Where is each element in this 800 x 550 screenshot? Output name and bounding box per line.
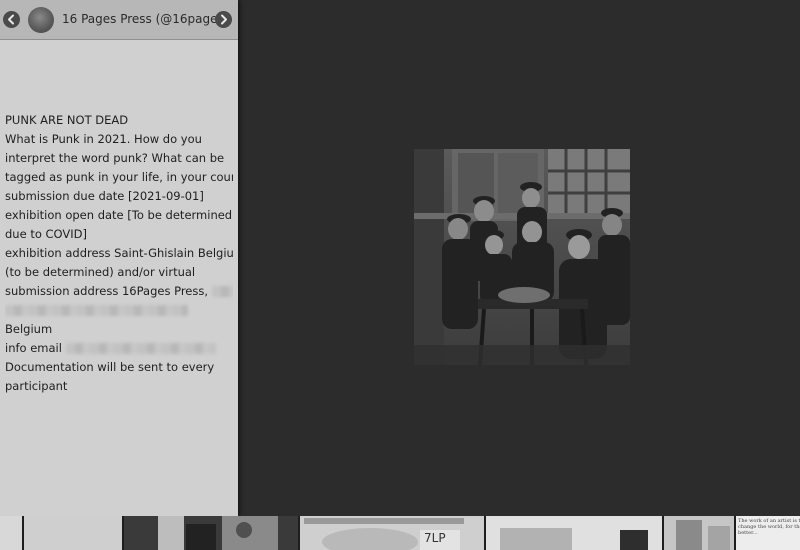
next-post-button[interactable] bbox=[215, 11, 232, 28]
caption-title: PUNK ARE NOT DEAD bbox=[5, 113, 129, 127]
thumbnail[interactable] bbox=[486, 516, 662, 550]
caption-line: What is Punk in 2021. How do you bbox=[5, 132, 202, 146]
thumbnail-image bbox=[486, 516, 662, 550]
chevron-right-icon bbox=[221, 14, 227, 25]
caption-line: (to be determined) and/or virtual bbox=[5, 265, 196, 279]
caption-line: info email bbox=[5, 339, 233, 358]
thumbnail-image bbox=[300, 516, 484, 550]
thumbnail-text-line: better... bbox=[738, 530, 758, 536]
thumbnail[interactable]: The work of an artist is to change the w… bbox=[736, 516, 800, 550]
post-caption: PUNK ARE NOT DEAD What is Punk in 2021. … bbox=[5, 111, 233, 396]
thumbnail-strip: 7LP The work of an artist is to change t… bbox=[0, 516, 800, 550]
redacted-text bbox=[212, 286, 233, 297]
caption-line: Documentation will be sent to every bbox=[5, 360, 215, 374]
caption-line: Belgium bbox=[5, 322, 53, 336]
caption-text: info email bbox=[5, 341, 62, 355]
thumbnail-image bbox=[664, 516, 734, 550]
caption-line: exhibition open date [To be determined bbox=[5, 208, 233, 222]
caption-line: exhibition address Saint-Ghislain Belgiu… bbox=[5, 246, 233, 260]
account-name[interactable]: 16 Pages Press (@16pages) bbox=[62, 12, 228, 26]
post-image[interactable] bbox=[414, 149, 630, 365]
thumbnail-text: The work of an artist is to change the w… bbox=[738, 518, 800, 536]
thumbnail[interactable] bbox=[0, 516, 22, 550]
thumbnail-image bbox=[124, 516, 298, 550]
caption-line: tagged as punk in your life, in your cou… bbox=[5, 170, 233, 184]
thumbnail[interactable] bbox=[664, 516, 734, 550]
caption-line: interpret the word punk? What can be bbox=[5, 151, 225, 165]
caption-line: submission due date [2021-09-01] bbox=[5, 189, 204, 203]
thumbnail[interactable]: 7LP bbox=[300, 516, 484, 550]
thumbnail[interactable] bbox=[124, 516, 298, 550]
vintage-group-photo bbox=[414, 149, 630, 365]
redacted-email bbox=[65, 343, 216, 354]
thumbnail[interactable] bbox=[24, 516, 122, 550]
post-sidebar: 16 Pages Press (@16pages) PUNK ARE NOT D… bbox=[0, 0, 238, 516]
previous-post-button[interactable] bbox=[3, 11, 20, 28]
caption-line: due to COVID] bbox=[5, 227, 87, 241]
account-header: 16 Pages Press (@16pages) bbox=[0, 0, 238, 40]
caption-text: submission address 16Pages Press, bbox=[5, 284, 209, 298]
caption-line bbox=[5, 301, 233, 320]
redacted-text bbox=[5, 305, 188, 316]
caption-line: submission address 16Pages Press, bbox=[5, 282, 233, 301]
avatar[interactable] bbox=[28, 7, 54, 33]
caption-line: participant bbox=[5, 379, 68, 393]
thumbnail-label: 7LP bbox=[424, 531, 446, 545]
chevron-left-icon bbox=[8, 14, 14, 25]
